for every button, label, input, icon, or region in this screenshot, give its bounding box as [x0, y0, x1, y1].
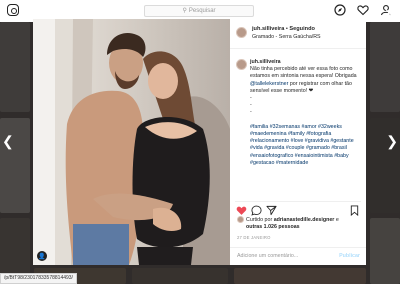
avatar[interactable] — [236, 59, 247, 70]
couple-photo-image — [33, 19, 230, 265]
heart-filled-icon[interactable] — [236, 203, 247, 215]
hashtags[interactable]: #familia #32semanas #amor #32weeks #maed… — [250, 124, 354, 166]
caption-scroll-area[interactable]: juh.silliveira Não tinha percebido até v… — [230, 49, 366, 216]
likes-summary: Curtido por adrianastedille.designer e o… — [237, 216, 362, 231]
liker-username-link[interactable]: adrianastedille.designer — [274, 217, 335, 223]
location-link[interactable]: Gramado - Serra Gaúcha/RS — [252, 34, 321, 40]
post-photo[interactable]: 👤 — [33, 19, 230, 265]
publish-button[interactable]: Publicar — [339, 253, 360, 259]
close-icon[interactable]: ✕ — [384, 6, 394, 20]
comment-icon[interactable] — [251, 203, 262, 216]
share-icon[interactable] — [266, 203, 277, 216]
search-icon: ⚲ — [182, 8, 187, 14]
following-button[interactable]: Seguindo — [289, 26, 314, 32]
search-placeholder: Pesquisar — [188, 8, 216, 14]
mention-link[interactable]: @tallelekerstner — [250, 81, 288, 87]
username-link[interactable]: juh.silliveira — [252, 26, 284, 32]
bookmark-icon[interactable] — [349, 203, 360, 217]
post-header: juh.silliveira • Seguindo Gramado - Serr… — [230, 19, 366, 49]
comment-bar: Adicione um comentário... Publicar — [230, 247, 366, 266]
caption-username-link[interactable]: juh.silliveira — [250, 59, 281, 65]
heart-icon[interactable] — [357, 4, 369, 16]
avatar[interactable] — [236, 27, 247, 38]
search-input[interactable]: ⚲ Pesquisar — [144, 5, 254, 17]
compass-icon[interactable] — [334, 4, 346, 16]
avatar[interactable] — [237, 216, 244, 223]
comment-input[interactable]: Adicione um comentário... — [237, 253, 298, 259]
instagram-logo-icon[interactable] — [7, 4, 19, 16]
caption-dots: - - - — [250, 95, 252, 116]
post-author: juh.silliveira • Seguindo — [252, 26, 315, 32]
post-date[interactable]: 27 DE JANEIRO — [237, 235, 271, 240]
caption-text: juh.silliveira Não tinha percebido até v… — [250, 59, 357, 166]
chevron-right-icon[interactable]: ❯ — [386, 133, 398, 150]
status-url: /p/BtT98/23017833578814493/ — [0, 273, 77, 284]
chevron-left-icon[interactable]: ❮ — [2, 133, 14, 150]
post-details-panel: juh.silliveira • Seguindo Gramado - Serr… — [230, 19, 366, 265]
likes-count-link[interactable]: outras 1.026 pessoas — [246, 224, 300, 230]
action-bar — [235, 201, 361, 217]
tagged-user-icon[interactable]: 👤 — [37, 251, 47, 261]
